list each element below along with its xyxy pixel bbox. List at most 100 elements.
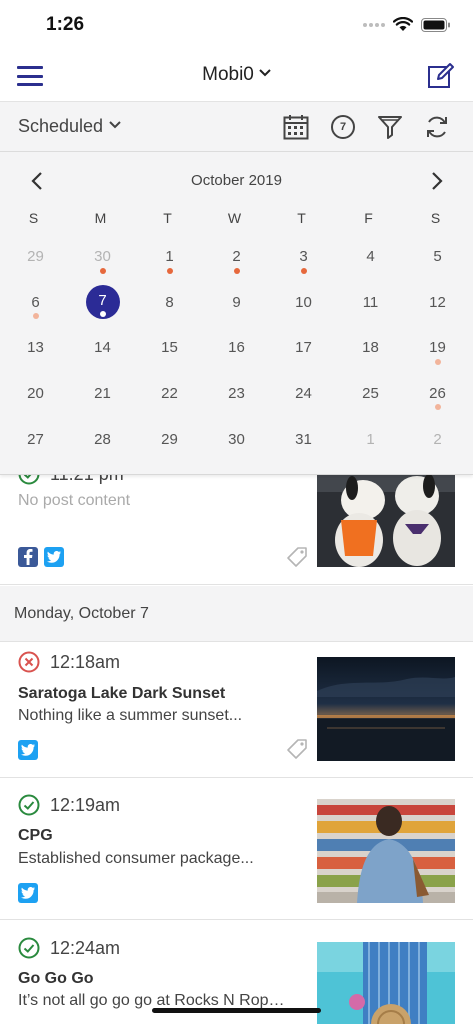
post-title: Saratoga Lake Dark Sunset [18, 685, 226, 702]
calendar-day[interactable]: 1 [136, 234, 203, 280]
calendar-day-number: 7 [98, 291, 107, 309]
weekday-label: S [28, 210, 39, 226]
post-body: Established consumer package... [18, 850, 254, 867]
calendar-day[interactable]: 6 [2, 280, 69, 326]
calendar-day[interactable]: 13 [2, 325, 69, 371]
calendar-day[interactable]: 28 [69, 416, 136, 462]
calendar-day[interactable]: 17 [270, 325, 337, 371]
twitter-icon[interactable] [18, 740, 38, 760]
post-body: No post content [18, 492, 131, 509]
twitter-icon[interactable] [44, 547, 64, 567]
filter-icon[interactable] [375, 112, 405, 142]
post-time: 12:24am [50, 937, 121, 958]
chevron-down-icon [259, 69, 271, 77]
calendar-day[interactable]: 22 [136, 371, 203, 417]
calendar-day[interactable]: 26 [404, 371, 471, 417]
calendar-day-number: 22 [161, 385, 178, 403]
home-indicator[interactable] [152, 1008, 321, 1013]
filter-bar: Scheduled 7 [0, 102, 473, 152]
calendar-day-number: 14 [94, 339, 111, 357]
calendar-day[interactable]: 25 [337, 371, 404, 417]
calendar-day-number: 25 [362, 385, 379, 403]
status-time: 1:26 [46, 14, 85, 35]
calendar-header: October 2019 [0, 152, 473, 208]
calendar-day[interactable]: 1 [337, 416, 404, 462]
post-count-badge[interactable]: 7 [328, 112, 358, 142]
calendar-day[interactable]: 19 [404, 325, 471, 371]
calendar-day-selected[interactable]: 7 [69, 280, 136, 326]
calendar-day[interactable]: 4 [337, 234, 404, 280]
post-card[interactable]: 11:21 pm No post content [0, 458, 473, 585]
calendar-day[interactable]: 8 [136, 280, 203, 326]
scheduled-post-dot [233, 267, 240, 274]
calendar-day-number: 27 [27, 430, 44, 448]
schedule-filter-dropdown[interactable]: Scheduled [18, 116, 121, 137]
post-card[interactable]: 12:18am Saratoga Lake Dark Sunset Nothin… [0, 642, 473, 778]
post-time-row: 12:18am [18, 651, 120, 673]
calendar-day[interactable]: 15 [136, 325, 203, 371]
weekday-label: T [297, 210, 306, 226]
post-card[interactable]: 12:19am CPG Established consumer package… [0, 784, 473, 920]
calendar-icon[interactable] [281, 112, 311, 142]
calendar-day-number: 4 [366, 248, 375, 266]
date-section-label: Monday, October 7 [14, 605, 149, 622]
calendar-day[interactable]: 20 [2, 371, 69, 417]
twitter-icon[interactable] [18, 883, 38, 903]
post-image-lake-sunset [317, 657, 455, 761]
calendar-day[interactable]: 18 [337, 325, 404, 371]
calendar-day[interactable]: 10 [270, 280, 337, 326]
calendar-day-number: 20 [27, 385, 44, 403]
facebook-icon[interactable] [18, 547, 38, 567]
battery-icon [421, 17, 450, 32]
schedule-filter-label: Scheduled [18, 116, 104, 136]
tag-icon[interactable] [286, 546, 308, 568]
weekday-label: W [227, 210, 242, 226]
calendar-day[interactable]: 29 [2, 234, 69, 280]
calendar-day[interactable]: 2 [404, 416, 471, 462]
nav-title: Mobi0 [202, 64, 254, 85]
calendar-day[interactable]: 29 [136, 416, 203, 462]
calendar-day[interactable]: 3 [270, 234, 337, 280]
calendar-day-number: 2 [232, 248, 241, 266]
calendar-day[interactable]: 30 [69, 234, 136, 280]
calendar-day-number: 11 [362, 293, 379, 311]
calendar-day-number: 29 [27, 248, 44, 266]
calendar-day[interactable]: 30 [203, 416, 270, 462]
calendar-day[interactable]: 27 [2, 416, 69, 462]
calendar-day[interactable]: 12 [404, 280, 471, 326]
post-time-row: 12:24am [18, 937, 120, 959]
calendar-day[interactable]: 23 [203, 371, 270, 417]
post-title: Go Go Go [18, 970, 94, 987]
account-switcher[interactable]: Mobi0 [0, 64, 473, 86]
weekday-label: F [364, 210, 373, 226]
calendar-panel: October 2019 S M T W T F S 29 30 1 2 3 4 5 6 7 8 9… [0, 152, 473, 475]
calendar-day-number: 21 [94, 385, 111, 403]
calendar-month: October 2019 [191, 172, 282, 189]
calendar-day[interactable]: 11 [337, 280, 404, 326]
calendar-day[interactable]: 5 [404, 234, 471, 280]
tag-icon[interactable] [286, 738, 308, 760]
post-title: CPG [18, 827, 53, 844]
calendar-day[interactable]: 2 [203, 234, 270, 280]
calendar-day-number: 19 [429, 339, 446, 357]
calendar-day[interactable]: 24 [270, 371, 337, 417]
calendar-day[interactable]: 9 [203, 280, 270, 326]
success-check-icon [18, 794, 40, 816]
calendar-day-number: 18 [362, 339, 379, 357]
scheduled-post-dot [99, 311, 106, 318]
post-time-row: 12:19am [18, 794, 120, 816]
chevron-right-icon[interactable] [425, 170, 447, 192]
calendar-day[interactable]: 21 [69, 371, 136, 417]
weekday-label: T [163, 210, 172, 226]
scheduled-post-dot [434, 404, 441, 411]
calendar-day[interactable]: 31 [270, 416, 337, 462]
calendar-day[interactable]: 14 [69, 325, 136, 371]
post-time: 12:18am [50, 651, 121, 672]
compose-icon[interactable] [427, 62, 455, 90]
calendar-day-number: 13 [27, 339, 44, 357]
calendar-day[interactable]: 16 [203, 325, 270, 371]
scheduled-post-dot [434, 358, 441, 365]
refresh-icon[interactable] [422, 112, 452, 142]
nav-bar: Mobi0 [0, 50, 473, 102]
post-image-grocery-shelf [317, 799, 455, 903]
